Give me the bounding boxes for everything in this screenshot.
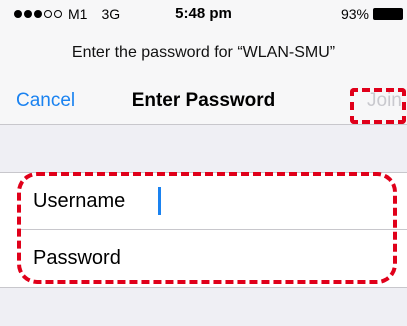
page-title: Enter Password	[131, 90, 276, 111]
navigation-bar: Cancel Enter Password Join	[0, 84, 407, 118]
battery-icon	[373, 8, 403, 20]
header: M1 3G 5:48 pm 93% Enter the password for…	[0, 0, 407, 125]
form-highlight-box	[17, 172, 397, 284]
status-bar: M1 3G 5:48 pm 93%	[0, 0, 407, 28]
battery-percent: 93%	[340, 6, 369, 22]
join-highlight-box	[350, 88, 406, 124]
battery-info: 93%	[341, 6, 403, 22]
wifi-password-screen: M1 3G 5:48 pm 93% Enter the password for…	[0, 0, 407, 326]
password-prompt: Enter the password for “WLAN-SMU”	[71, 44, 336, 61]
